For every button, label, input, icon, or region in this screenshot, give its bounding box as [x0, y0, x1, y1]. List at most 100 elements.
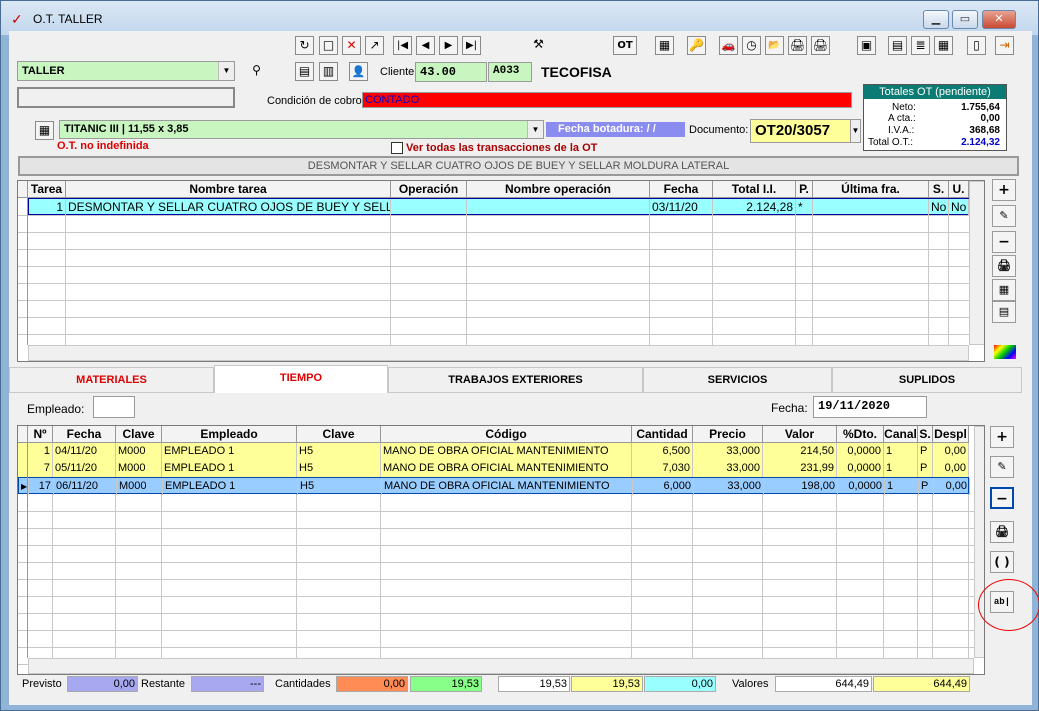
- tools-icon[interactable]: ⚒: [529, 36, 548, 55]
- list-icon[interactable]: ≣: [911, 36, 930, 55]
- tab-tiempo[interactable]: TIEMPO: [214, 365, 388, 393]
- grid-line: [631, 494, 632, 658]
- col-total[interactable]: Total I.I.: [713, 181, 796, 198]
- chevron-down-icon[interactable]: ▼: [527, 121, 543, 138]
- document-icon[interactable]: ▯: [967, 36, 986, 55]
- calculator-task-icon[interactable]: ▦: [992, 279, 1016, 301]
- table-task-icon[interactable]: ▤: [992, 301, 1016, 323]
- print-preview-icon[interactable]: 🖨: [788, 36, 807, 55]
- col-u[interactable]: U.: [949, 181, 969, 198]
- tab-trabajos-exteriores[interactable]: TRABAJOS EXTERIORES: [388, 367, 643, 393]
- tiempo-vertical-scrollbar[interactable]: [974, 426, 984, 658]
- col-precio[interactable]: Precio: [693, 426, 763, 443]
- col-cantidad[interactable]: Cantidad: [632, 426, 693, 443]
- binoculars-icon[interactable]: ⚲: [247, 62, 266, 81]
- grid-icon[interactable]: ▦: [934, 36, 953, 55]
- table-row[interactable]: 1 DESMONTAR Y SELLAR CUATRO OJOS DE BUEY…: [28, 198, 969, 216]
- grid-line: [18, 266, 969, 267]
- table-row[interactable]: 1 04/11/20 M000 EMPLEADO 1 H5 MANO DE OBRA OF…: [18, 443, 969, 460]
- last-record-icon[interactable]: ▶|: [462, 36, 481, 55]
- cobro-field[interactable]: CONTADO: [362, 92, 852, 108]
- col-ultima-fra[interactable]: Última fra.: [813, 181, 929, 198]
- vehicle-select[interactable]: TITANIC III | 11,55 x 3,85 ▼: [59, 120, 544, 139]
- edit-task-button[interactable]: ✎: [992, 205, 1016, 227]
- tasks-vertical-scrollbar[interactable]: [969, 181, 984, 345]
- notes-icon[interactable]: ▤: [888, 36, 907, 55]
- col-fecha[interactable]: Fecha: [53, 426, 116, 443]
- prev-record-icon[interactable]: ◀: [416, 36, 435, 55]
- grid-line: [928, 215, 929, 345]
- col-clave[interactable]: Clave: [116, 426, 162, 443]
- refresh-icon[interactable]: ↻: [295, 36, 314, 55]
- col-s[interactable]: S.: [918, 426, 933, 443]
- remove-task-button[interactable]: −: [992, 231, 1016, 253]
- col-operacion[interactable]: Operación: [391, 181, 467, 198]
- cell-fecha: 06/11/20: [54, 478, 117, 495]
- col-nombre-operacion[interactable]: Nombre operación: [467, 181, 650, 198]
- print-tiempo-icon[interactable]: 🖨: [990, 521, 1014, 543]
- edit-tiempo-button[interactable]: ✎: [990, 456, 1014, 478]
- blank-field[interactable]: [17, 87, 235, 108]
- calculator-icon[interactable]: ▦: [655, 36, 674, 55]
- ver-todas-checkbox[interactable]: [391, 142, 403, 154]
- person-icon[interactable]: 👤: [349, 62, 368, 81]
- col-canal[interactable]: Canal: [884, 426, 918, 443]
- print-icon[interactable]: 🖨: [811, 36, 830, 55]
- first-record-icon[interactable]: |◀: [393, 36, 412, 55]
- new-icon[interactable]: □: [319, 36, 338, 55]
- table-row[interactable]: ▶ 17 06/11/20 M000 EMPLEADO 1 H5 MANO DE OBRA …: [18, 477, 970, 495]
- col-tarea[interactable]: Tarea: [28, 181, 66, 198]
- col-numero[interactable]: Nº: [28, 426, 53, 443]
- col-clave-2[interactable]: Clave: [297, 426, 381, 443]
- taller-select[interactable]: TALLER ▼: [17, 61, 235, 81]
- fecha-field[interactable]: 19/11/2020: [813, 396, 927, 418]
- empleado-field[interactable]: [93, 396, 135, 418]
- folder-icon[interactable]: 📂: [765, 36, 784, 55]
- add-tiempo-button[interactable]: +: [990, 426, 1014, 448]
- parentheses-button[interactable]: ( ): [990, 551, 1014, 573]
- tab-suplidos[interactable]: SUPLIDOS: [832, 367, 1022, 393]
- cell-s: No: [929, 199, 949, 216]
- close-window-button[interactable]: ✕: [982, 10, 1016, 29]
- documento-field[interactable]: OT20/3057: [750, 119, 851, 143]
- grid-line: [18, 283, 969, 284]
- col-p[interactable]: P.: [796, 181, 813, 198]
- col-dto[interactable]: %Dto.: [837, 426, 884, 443]
- table-row[interactable]: 7 05/11/20 M000 EMPLEADO 1 H5 MANO DE OBRA OF…: [18, 460, 969, 477]
- remove-tiempo-button[interactable]: −: [990, 487, 1014, 509]
- tab-servicios[interactable]: SERVICIOS: [643, 367, 832, 393]
- rainbow-icon[interactable]: [994, 345, 1016, 359]
- col-s[interactable]: S.: [929, 181, 949, 198]
- card-icon[interactable]: ▥: [319, 62, 338, 81]
- col-despl[interactable]: Despl: [933, 426, 969, 443]
- add-task-button[interactable]: +: [992, 179, 1016, 201]
- key-icon[interactable]: 🔑: [687, 36, 706, 55]
- col-codigo[interactable]: Código: [381, 426, 632, 443]
- tab-materiales[interactable]: MATERIALES: [9, 367, 214, 393]
- cliente-code-field[interactable]: A033: [488, 62, 532, 82]
- camera-icon[interactable]: ▣: [857, 36, 876, 55]
- valor-1: 644,49: [775, 676, 872, 692]
- print-task-icon[interactable]: 🖨: [992, 255, 1016, 277]
- clock-icon[interactable]: ◷: [742, 36, 761, 55]
- col-nombre-tarea[interactable]: Nombre tarea: [66, 181, 391, 198]
- col-valor[interactable]: Valor: [763, 426, 837, 443]
- next-record-icon[interactable]: ▶: [439, 36, 458, 55]
- exit-icon[interactable]: ⇥: [995, 36, 1014, 55]
- tasks-horizontal-scrollbar[interactable]: [28, 345, 969, 361]
- edit-icon[interactable]: ↗: [365, 36, 384, 55]
- book-icon[interactable]: ▤: [295, 62, 314, 81]
- col-empleado[interactable]: Empleado: [162, 426, 297, 443]
- cliente-number-field[interactable]: 43.00: [415, 62, 487, 82]
- ot-button[interactable]: OT: [613, 36, 637, 55]
- car-icon[interactable]: 🚗: [719, 36, 738, 55]
- maximize-button[interactable]: ▭: [952, 10, 978, 29]
- chevron-down-icon[interactable]: ▼: [850, 119, 861, 143]
- delete-icon[interactable]: ✕: [342, 36, 361, 55]
- chevron-down-icon[interactable]: ▼: [218, 62, 234, 80]
- empleado-label: Empleado:: [27, 402, 85, 416]
- tiempo-horizontal-scrollbar[interactable]: [28, 658, 974, 674]
- col-fecha[interactable]: Fecha: [650, 181, 713, 198]
- minimize-button[interactable]: ▁: [923, 10, 949, 29]
- vehicle-icon[interactable]: ▦: [35, 121, 54, 140]
